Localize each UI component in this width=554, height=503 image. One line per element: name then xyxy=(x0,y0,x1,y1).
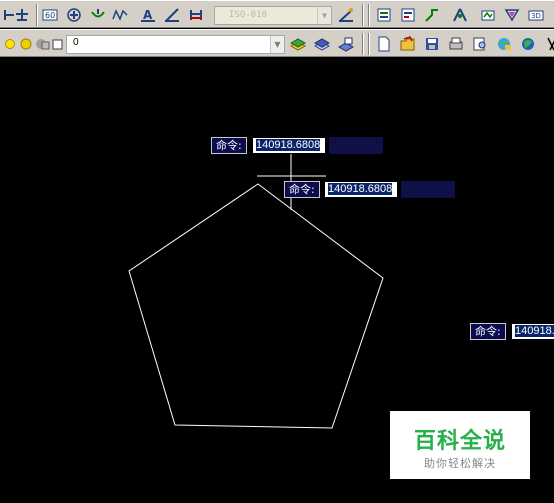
toolbar-separator xyxy=(368,4,370,26)
cut-icon[interactable] xyxy=(542,34,554,53)
dynamic-input-label-secondary: 命令: xyxy=(284,181,320,198)
dim-space-icon[interactable] xyxy=(450,5,470,24)
chevron-down-icon[interactable]: ▼ xyxy=(270,36,284,53)
watermark-badge: 百科全说 助你轻松解决 xyxy=(390,411,530,479)
layer-match-icon[interactable] xyxy=(336,34,356,53)
toolbar-separator xyxy=(362,33,364,55)
dynamic-input-value-edge: 140918. xyxy=(515,325,554,337)
dimension-toolbar: 60 A ISO-010 ▼ 3D xyxy=(0,0,554,28)
dynamic-input-field-secondary[interactable]: 140918.6808 xyxy=(324,181,398,198)
dynamic-input-field-edge[interactable]: 140918. xyxy=(511,323,554,340)
dynamic-input-value-secondary: 140918.6808 xyxy=(328,183,393,195)
toolbar-separator xyxy=(362,4,364,26)
svg-text:60: 60 xyxy=(45,11,55,20)
dim-jog-icon[interactable] xyxy=(422,5,442,24)
dim-reassociate-icon[interactable]: 3D xyxy=(526,5,546,24)
layers-toolbar: 0 ▼ xyxy=(0,29,554,57)
layer-properties-icon[interactable] xyxy=(288,34,308,53)
toolbar-separator xyxy=(368,33,370,55)
dim-override-icon[interactable] xyxy=(502,5,522,24)
dim-tolerance-icon[interactable] xyxy=(88,5,108,24)
layer-combo[interactable]: 0 ▼ xyxy=(66,35,285,54)
new-file-icon[interactable] xyxy=(374,34,394,53)
dynamic-input-extension-secondary xyxy=(401,181,455,198)
svg-text:3D: 3D xyxy=(531,12,541,20)
dim-center-icon[interactable] xyxy=(64,5,84,24)
svg-text:A: A xyxy=(143,8,153,22)
save-icon[interactable] xyxy=(422,34,442,53)
dim-aligned-icon[interactable] xyxy=(12,5,32,24)
dim-baseline-icon[interactable]: 60 xyxy=(40,5,60,24)
web-icon[interactable] xyxy=(518,34,538,53)
dim-style-icon[interactable] xyxy=(336,5,356,24)
plot-preview-icon[interactable] xyxy=(470,34,490,53)
watermark-title: 百科全说 xyxy=(413,429,506,454)
dim-properties-icon[interactable] xyxy=(374,5,394,24)
dim-break-icon[interactable] xyxy=(110,5,130,24)
dim-text-edit-icon[interactable]: A xyxy=(138,5,158,24)
layer-previous-icon[interactable] xyxy=(312,34,332,53)
dynamic-input-extension xyxy=(329,137,383,154)
dimstyle-combo[interactable]: ISO-010 ▼ xyxy=(214,6,332,25)
light-bulb-icon[interactable] xyxy=(4,34,16,53)
chevron-down-icon[interactable]: ▼ xyxy=(317,7,331,24)
lock-icon[interactable] xyxy=(50,34,66,53)
dynamic-input-value: 140918.6808 xyxy=(256,139,321,151)
toolbar-separator xyxy=(36,4,38,26)
dynamic-input-field[interactable]: 140918.6808 xyxy=(252,137,326,154)
open-file-icon[interactable] xyxy=(398,34,418,53)
dim-edit-icon[interactable] xyxy=(162,5,182,24)
layer-combo-value: 0 xyxy=(73,37,79,48)
dynamic-input-label: 命令: xyxy=(211,137,247,154)
dim-inspect-icon[interactable] xyxy=(478,5,498,24)
sun-freeze-icon[interactable] xyxy=(18,34,34,53)
dim-update-icon[interactable] xyxy=(186,5,206,24)
publish-icon[interactable] xyxy=(494,34,514,53)
viewport-freeze-icon[interactable] xyxy=(34,34,50,53)
watermark-subtitle: 助你轻松解决 xyxy=(424,457,496,470)
dimstyle-combo-value: ISO-010 xyxy=(229,10,267,20)
dynamic-input-label-edge: 命令: xyxy=(470,323,506,340)
plot-icon[interactable] xyxy=(446,34,466,53)
dim-leader-icon[interactable] xyxy=(398,5,418,24)
